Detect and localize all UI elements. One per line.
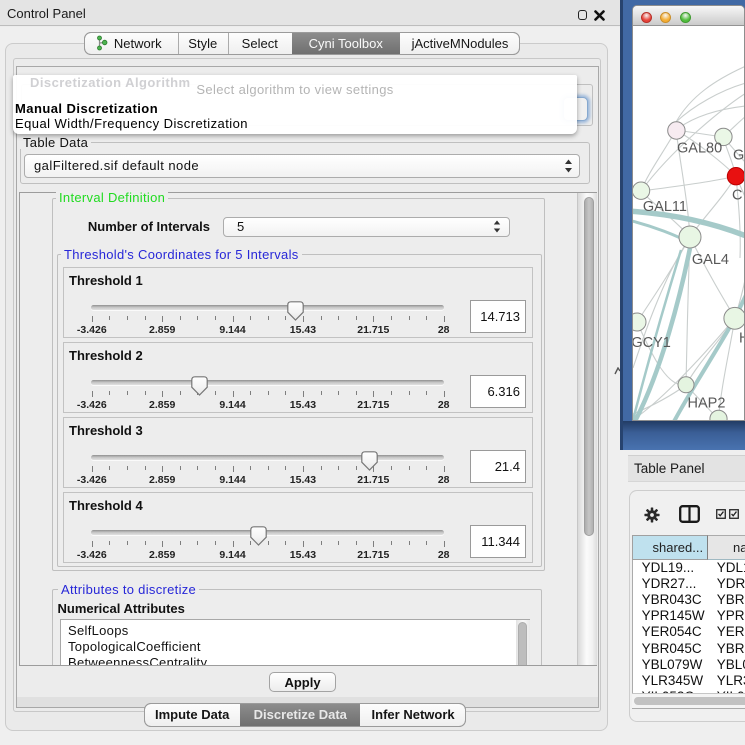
svg-text:GCY1: GCY1 xyxy=(633,335,671,351)
svg-text:G..: G.. xyxy=(733,148,745,164)
svg-text:H: H xyxy=(739,331,745,347)
svg-text:GAL4: GAL4 xyxy=(692,252,729,268)
svg-text:GAL80: GAL80 xyxy=(677,141,722,157)
svg-text:GAL11: GAL11 xyxy=(643,199,687,215)
svg-text:C: C xyxy=(732,188,742,204)
svg-text:HAP2: HAP2 xyxy=(688,396,726,412)
